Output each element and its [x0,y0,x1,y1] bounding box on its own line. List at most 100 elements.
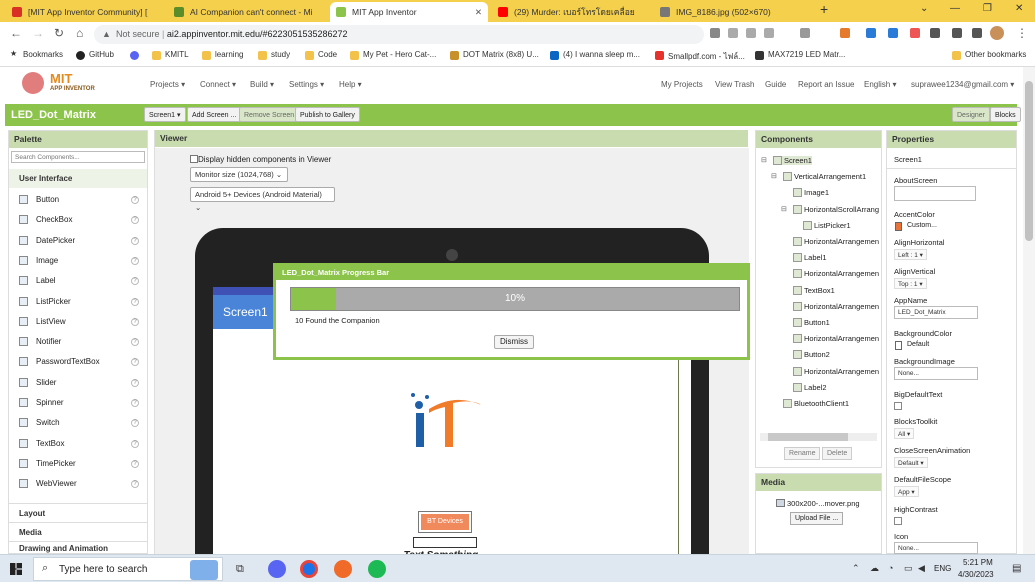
component-button2[interactable]: Button2 [793,350,830,360]
back-icon[interactable]: ← [10,26,22,40]
help-icon[interactable]: ? [131,439,139,448]
tab-image[interactable]: IMG_8186.jpg (502×670) [654,2,812,22]
component-label1[interactable]: Label1 [793,253,827,263]
publish-gallery-button[interactable]: Publish to Gallery [295,107,360,122]
tab-youtube[interactable]: (29) Murder: เบอร์โทรโดยเคลื่อย [492,2,650,22]
palette-item-passwordtextbox[interactable]: PasswordTextBox? [9,352,147,372]
close-window-icon[interactable]: ✕ [1015,3,1023,14]
upload-file-button[interactable]: Upload File ... [790,512,844,525]
palette-item-notifier[interactable]: Notifier? [9,332,147,352]
add-screen-button[interactable]: Add Screen ... [187,107,242,122]
help-icon[interactable]: ? [131,216,139,225]
palette-item-label[interactable]: Label? [9,271,147,291]
menu-settings[interactable]: Settings ▾ [289,80,324,89]
sidebar-icon[interactable] [972,28,982,38]
menu-help[interactable]: Help ▾ [339,80,362,89]
palette-item-button[interactable]: Button? [9,190,147,210]
restore-icon[interactable]: ❐ [983,3,992,14]
cast-icon[interactable] [710,28,720,38]
help-icon[interactable]: ? [131,236,139,245]
tray-chevron-icon[interactable]: ⌃ [852,563,860,574]
bg-color-swatch[interactable] [895,341,902,350]
menu-connect[interactable]: Connect ▾ [200,80,236,89]
component-button1[interactable]: Button1 [793,318,830,327]
device-type-select[interactable]: Android 5+ Devices (Android Material) ⌄ [190,187,335,212]
palette-item-timepicker[interactable]: TimePicker? [9,454,147,474]
palette-search-input[interactable] [11,151,145,163]
menu-kebab-icon[interactable]: ⋮ [1016,26,1028,40]
minimize-icon[interactable]: — [950,3,960,14]
palette-item-spinner[interactable]: Spinner? [9,393,147,413]
bookmark-star[interactable]: ★ Bookmarks [10,49,63,59]
palette-item-switch[interactable]: Switch? [9,413,147,433]
zoom-icon[interactable] [728,28,738,38]
tray-icon[interactable]: ☁ [870,563,879,574]
page-vertical-scrollbar[interactable] [1023,67,1035,554]
prop-aboutscreen-input[interactable] [894,186,976,201]
component-horizontalarrangemen[interactable]: HorizontalArrangemen [793,366,879,376]
bookmark-study[interactable]: study [258,50,290,60]
component-screen1[interactable]: Screen1 [773,156,812,165]
tab-search-icon[interactable]: ⌄ [920,3,928,14]
palette-category-media[interactable]: Media [9,522,147,541]
appinventor-logo-icon[interactable] [22,72,44,94]
chrome-taskbar-icon[interactable] [300,560,318,578]
help-icon[interactable]: ? [131,317,139,326]
bookmark-github[interactable]: GitHub [76,50,114,60]
palette-item-image[interactable]: Image? [9,251,147,271]
help-icon[interactable]: ? [131,297,139,306]
bookmark-linkedin[interactable]: (4) I wanna sleep m... [550,50,640,60]
textbox-field[interactable] [413,537,477,548]
component-listpicker1[interactable]: ListPicker1 [803,220,851,230]
bookmark-kmitl[interactable]: KMITL [152,50,189,60]
dismiss-button[interactable]: Dismiss [494,335,534,349]
tab-community[interactable]: [MIT App Inventor Community] [ [6,2,164,22]
puzzle-icon[interactable] [930,28,940,38]
tree-collapse-icon[interactable]: ⊟ [771,172,777,180]
link-view-trash[interactable]: View Trash [715,80,754,89]
task-view-icon[interactable]: ⧉ [236,563,244,576]
tab-ai-companion[interactable]: AI Companion can't connect - Mi [168,2,326,22]
link-my-projects[interactable]: My Projects [661,80,703,89]
remove-screen-button[interactable]: Remove Screen [239,107,300,122]
discord-taskbar-icon[interactable] [268,560,286,578]
bookmark-mypet[interactable]: My Pet - Hero Cat-... [350,50,436,60]
palette-category-drawing[interactable]: Drawing and Animation [9,541,147,555]
designer-button[interactable]: Designer [952,107,991,122]
component-label2[interactable]: Label2 [793,382,827,392]
wifi-icon[interactable]: ◔ [888,563,893,573]
extension-icon[interactable] [866,28,876,38]
prop-icon-input[interactable]: None... [894,542,978,554]
profile-avatar[interactable] [990,26,1004,40]
palette-item-textbox[interactable]: TextBox? [9,434,147,454]
component-horizontalscrollarrang[interactable]: HorizontalScrollArrang [793,204,879,214]
account-menu[interactable]: suprawee1234@gmail.com ▾ [911,80,1014,89]
prop-backgroundimage-input[interactable]: None... [894,367,978,380]
delete-button[interactable]: Delete [822,447,853,460]
notification-icon[interactable]: ▤ [1012,563,1021,574]
prop-alignvertical-select[interactable]: Top : 1 ▾ [894,278,927,289]
playlist-icon[interactable] [952,28,962,38]
prop-backgroundcolor-value[interactable]: Default [907,341,929,348]
clock-time[interactable]: 5:21 PM [963,558,993,567]
prop-alignhorizontal-select[interactable]: Left : 1 ▾ [894,249,927,260]
prop-closescreenanimation-select[interactable]: Default ▾ [894,457,928,468]
monitor-size-select[interactable]: Monitor size (1024,768) ⌄ [190,167,288,182]
help-icon[interactable]: ? [131,459,139,468]
tab-mit-app-inventor[interactable]: MIT App Inventor ✕ [330,2,488,22]
help-icon[interactable]: ? [131,399,139,407]
bookmark-max7219[interactable]: MAX7219 LED Matr... [755,50,845,60]
help-icon[interactable]: ? [131,338,139,347]
palette-item-listview[interactable]: ListView? [9,312,147,332]
palette-item-webviewer[interactable]: WebViewer? [9,474,147,494]
extension-v-icon[interactable] [800,28,810,38]
prop-accentcolor-value[interactable]: Custom... [907,222,937,229]
palette-category-user-interface[interactable]: User Interface [9,169,147,188]
blocks-button[interactable]: Blocks [990,107,1021,122]
prop-appname-input[interactable]: LED_Dot_Matrix [894,306,978,319]
bookmark-learning[interactable]: learning [202,50,243,60]
language-indicator[interactable]: ENG [934,564,951,573]
component-image1[interactable]: Image1 [793,188,829,198]
spotify-taskbar-icon[interactable] [368,560,386,578]
shield-icon[interactable] [888,28,898,38]
